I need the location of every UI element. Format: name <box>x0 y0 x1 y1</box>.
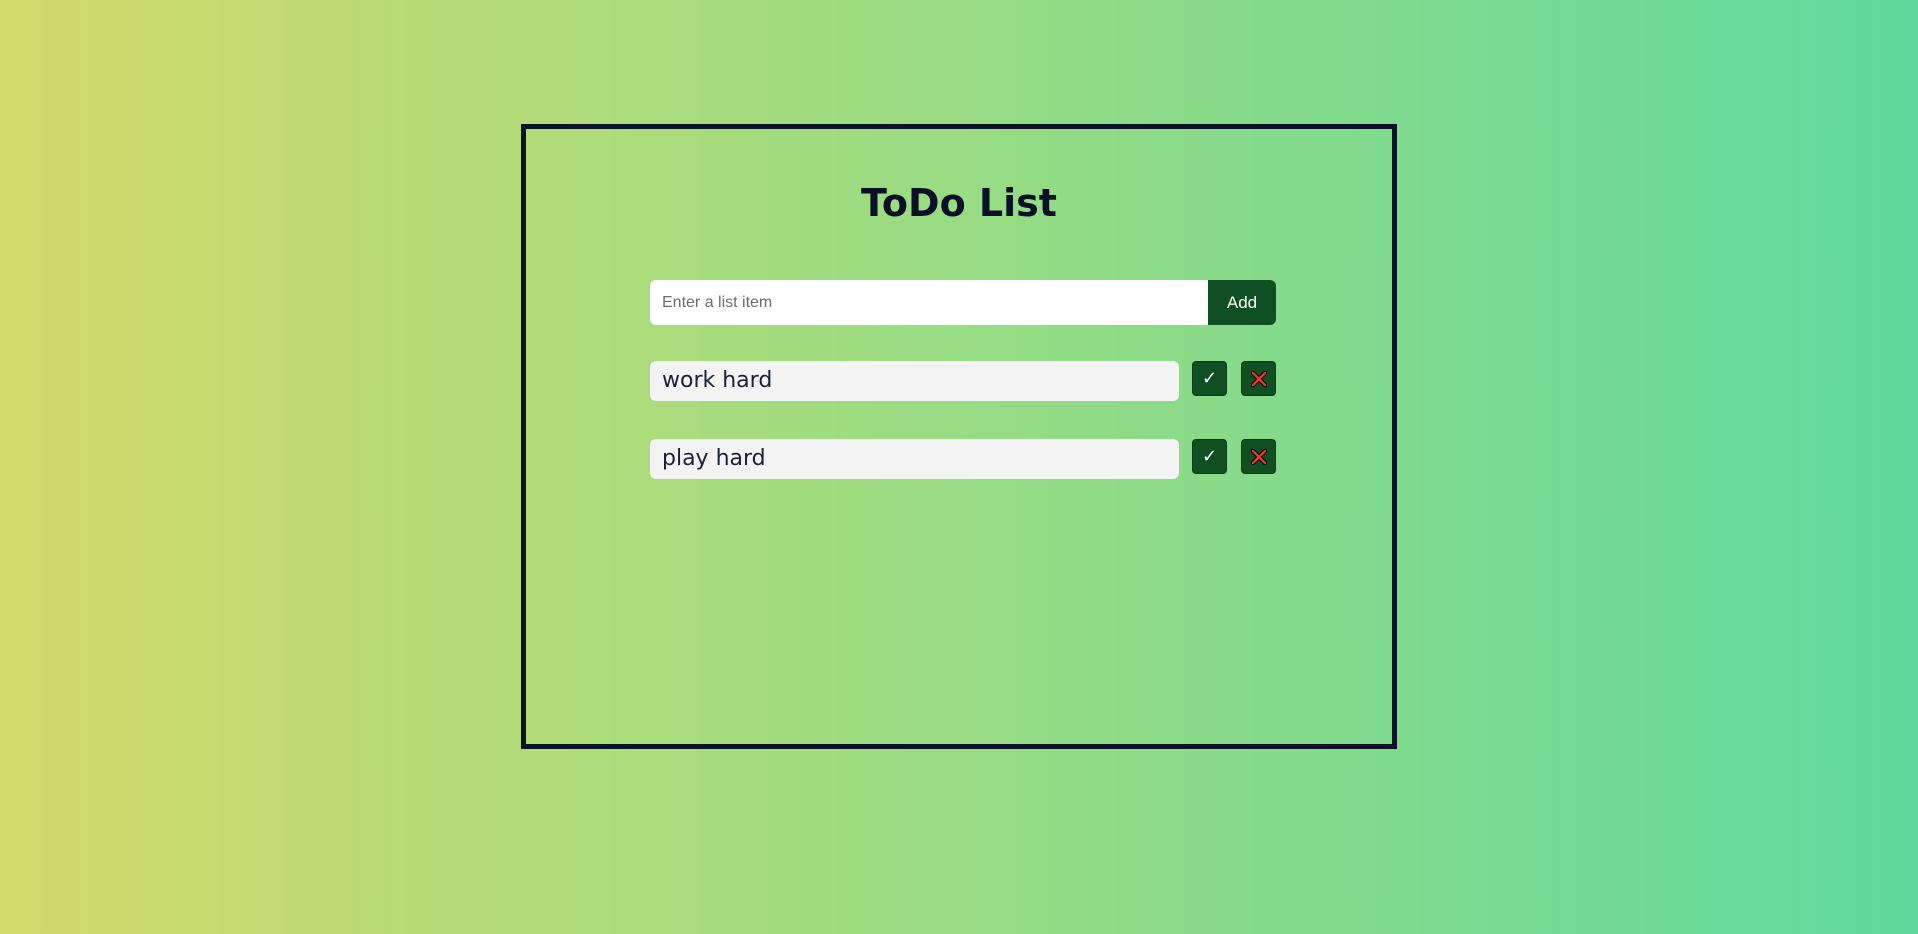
todo-item-text: play hard <box>650 439 1179 479</box>
list-item: play hard ✓ <box>650 439 1276 479</box>
todo-card: ToDo List Add work hard ✓ play hard ✓ <box>521 124 1397 749</box>
add-item-form: Add <box>650 280 1276 325</box>
page-title: ToDo List <box>861 181 1057 225</box>
close-icon <box>1250 448 1267 465</box>
todo-item-text: work hard <box>650 361 1179 401</box>
close-icon <box>1250 370 1267 387</box>
complete-button[interactable]: ✓ <box>1192 439 1227 474</box>
todo-input[interactable] <box>650 280 1208 325</box>
delete-button[interactable] <box>1241 361 1276 396</box>
list-item: work hard ✓ <box>650 361 1276 401</box>
check-icon: ✓ <box>1201 367 1218 389</box>
add-button[interactable]: Add <box>1208 280 1276 325</box>
delete-button[interactable] <box>1241 439 1276 474</box>
check-icon: ✓ <box>1201 445 1218 467</box>
complete-button[interactable]: ✓ <box>1192 361 1227 396</box>
